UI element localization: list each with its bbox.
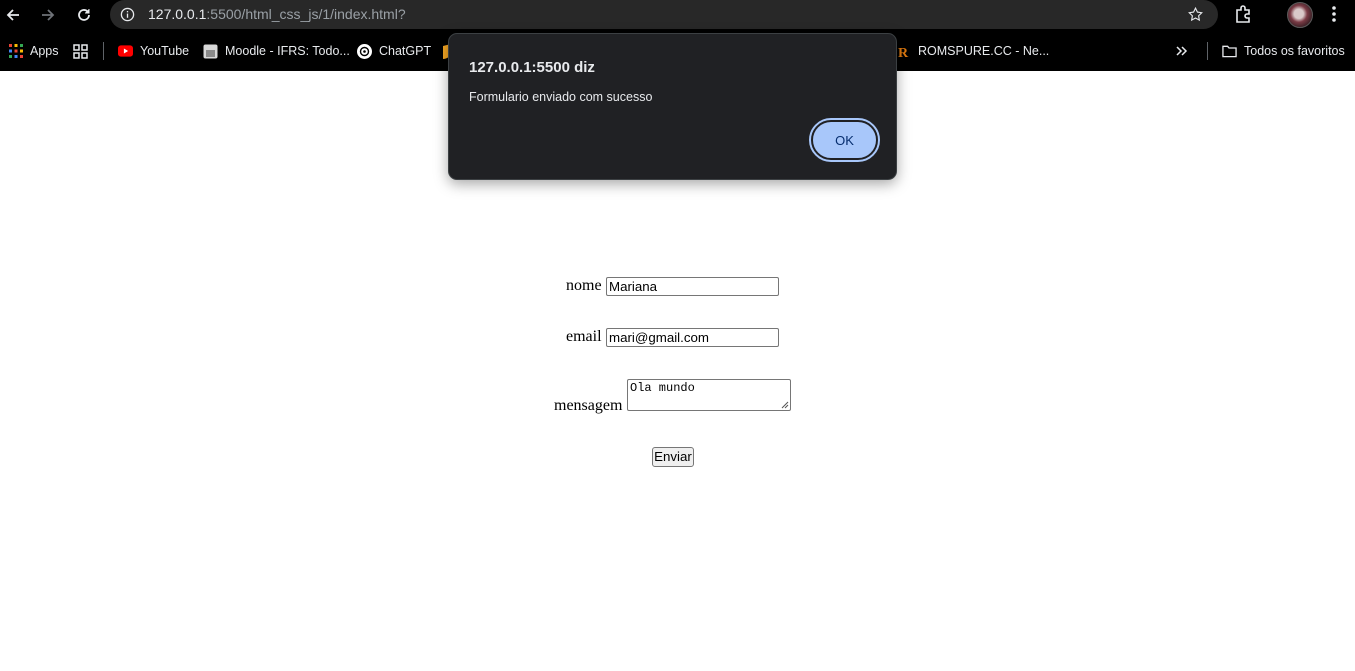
dialog-message: Formulario enviado com sucesso [469,90,653,104]
mensagem-textarea[interactable]: Ola mundo [627,379,791,411]
moodle-icon [203,44,218,59]
site-info-icon[interactable] [120,7,135,22]
nome-input[interactable]: Mariana [606,277,779,296]
mensagem-value: Ola mundo [630,381,695,395]
url-text[interactable]: 127.0.0.1:5500/html_css_js/1/index.html? [148,6,406,22]
bookmarks-divider [1207,42,1208,60]
url-path: :5500/html_css_js/1/index.html? [206,6,406,22]
url-host: 127.0.0.1 [148,6,207,22]
email-label: email [566,328,602,345]
alert-dialog: 127.0.0.1:5500 diz Formulario enviado co… [448,33,897,180]
reload-icon [78,9,90,21]
all-bookmarks-folder[interactable]: Todos os favoritos [1222,42,1345,60]
bookmark-moodle[interactable]: Moodle - IFRS: Todo... [203,42,350,60]
bookmarks-divider [103,42,104,60]
email-input[interactable]: mari@gmail.com [606,328,779,347]
bookmark-chatgpt[interactable]: ChatGPT [357,42,431,60]
bookmark-label: Apps [30,44,59,58]
forward-button[interactable] [37,4,59,26]
bookmark-youtube[interactable]: YouTube [118,42,189,60]
bookmark-label: YouTube [140,44,190,58]
kebab-menu-icon[interactable] [1326,5,1342,23]
bookmark-label: Moodle - IFRS: Todo... [225,44,350,58]
svg-text:R: R [898,46,909,59]
youtube-icon [118,44,133,59]
ok-button[interactable]: OK [809,118,880,162]
bookmark-romspure[interactable]: R ROMSPURE.CC - Ne... [896,42,1049,60]
back-button[interactable] [2,4,24,26]
chatgpt-icon [357,43,372,59]
arrow-right-icon [42,9,55,21]
extensions-icon[interactable] [1234,4,1254,24]
more-bookmarks-button[interactable] [1174,42,1189,60]
nome-label: nome [566,277,602,294]
address-bar[interactable]: 127.0.0.1:5500/html_css_js/1/index.html? [110,0,1218,29]
dialog-title: 127.0.0.1:5500 diz [469,59,595,76]
bookmark-apps[interactable]: Apps [8,42,59,60]
enviar-button[interactable]: Enviar [652,447,694,467]
bookmark-label: ChatGPT [379,44,432,58]
bookmark-tab-groups[interactable] [73,42,88,60]
romspure-icon: R [896,43,911,59]
tab-grid-icon [73,43,88,59]
all-bookmarks-label: Todos os favoritos [1244,44,1345,58]
bookmark-label: ROMSPURE.CC - Ne... [918,44,1050,58]
profile-avatar[interactable] [1287,2,1313,28]
reload-button[interactable] [73,4,95,26]
folder-icon [1222,44,1237,59]
browser-toolbar: 127.0.0.1:5500/html_css_js/1/index.html? [0,0,1355,30]
bookmark-star-icon[interactable] [1187,6,1204,23]
chevron-double-right-icon [1174,44,1189,59]
arrow-left-icon [6,9,19,21]
resize-grip-icon[interactable] [781,401,789,409]
apps-grid-icon [8,44,23,59]
mensagem-label: mensagem [554,397,623,414]
